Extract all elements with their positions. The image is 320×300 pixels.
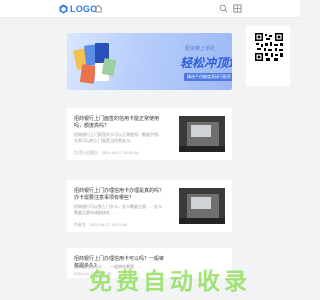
banner-cards-illustration (73, 43, 117, 84)
article-card[interactable]: 招商银行上门办理信用卡办理是真的吗？办卡需要注意事项有哪些？ 招商银行可以到上门… (67, 180, 232, 232)
banner-headline: 轻松冲顶10w+ (180, 56, 232, 70)
promo-banner[interactable]: 配资难上添花 轻松冲顶10w+ 精选千份额度直接可配资 (67, 33, 232, 90)
home-icon[interactable] (94, 4, 103, 13)
banner-subtitle: 配资难上添花 (185, 46, 216, 52)
article-meta: 作者名 · 2024-04-17 15:21:46 (74, 222, 127, 227)
article-title[interactable]: 招商银行上门办理信用卡办理是真的吗？办卡需要注意事项有哪些？ (74, 188, 164, 202)
search-icon[interactable] (219, 4, 228, 13)
banner-tagline: 精选千份额度直接可配资 (184, 73, 232, 81)
thumbnail-strip (179, 218, 225, 224)
article-excerpt: 招商银行可以到上门办卡，办卡需要注意……办卡需要注意申请前核实…… (74, 204, 162, 215)
thumbnail-screen (191, 125, 211, 137)
top-navbar: LOGO (0, 0, 300, 18)
qr-code-icon[interactable] (254, 32, 284, 62)
thumbnail-screen (191, 197, 211, 209)
site-logo[interactable]: LOGO (59, 3, 97, 15)
article-title[interactable]: 招商银行上门面签的信用卡能正常使用吗，额度高吗？ (74, 116, 164, 130)
article-thumbnail[interactable] (179, 188, 225, 224)
article-thumbnail[interactable] (179, 116, 225, 152)
watermark-text: 免费自动收录 (89, 268, 251, 294)
logo-cube-icon (59, 4, 68, 14)
thumbnail-strip (179, 146, 225, 152)
grid-icon[interactable] (233, 4, 242, 13)
article-excerpt: 招商银行上门面签的卡可以正常使用，额度不错，大家可以把上门面签当作首选卡。 (74, 132, 162, 143)
qr-code-card (246, 26, 290, 86)
article-meta: 生活日记报告 · 2024-04-17 15:21:46 (74, 150, 139, 155)
article-card[interactable]: 招商银行上门面签的信用卡能正常使用吗，额度高吗？ 招商银行上门面签的卡可以正常使… (67, 108, 232, 160)
